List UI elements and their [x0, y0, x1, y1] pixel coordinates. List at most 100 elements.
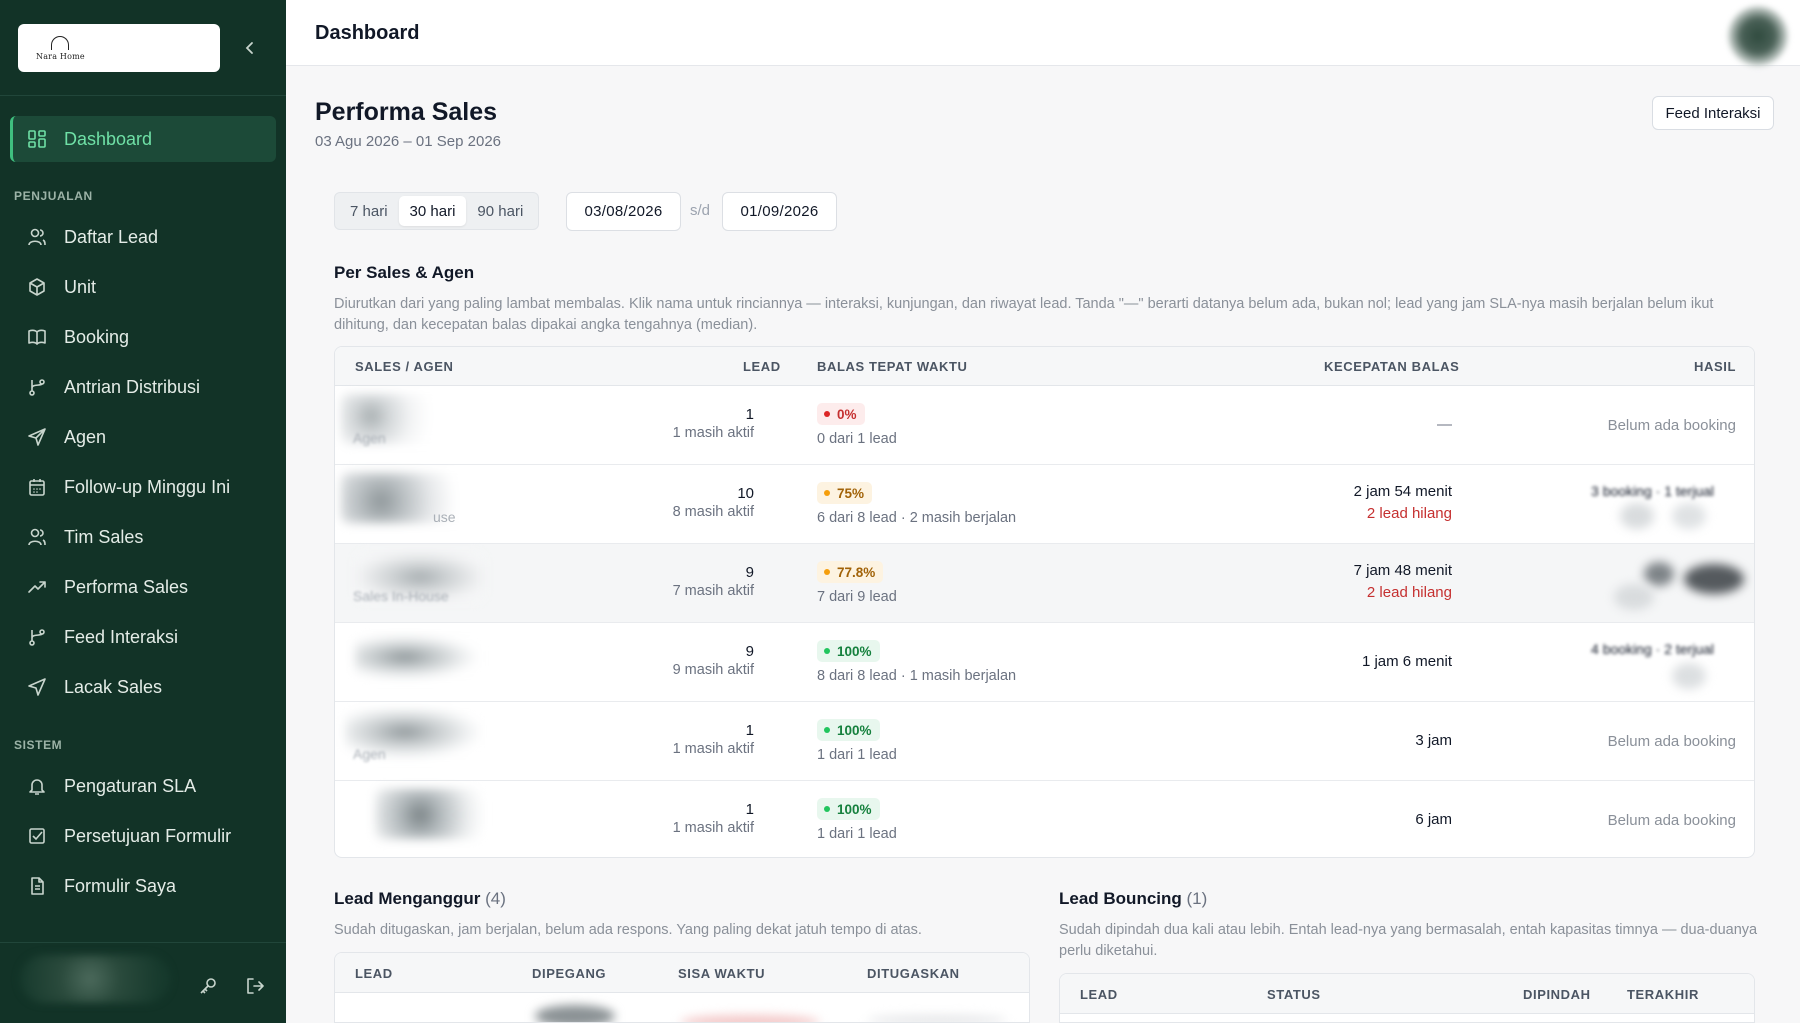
- col-hasil[interactable]: HASIL: [1694, 359, 1736, 374]
- sidebar-item-label: Agen: [64, 426, 107, 447]
- hasil-text: Belum ada booking: [1607, 812, 1736, 829]
- sidebar-item-pengaturan-sla[interactable]: Pengaturan SLA: [10, 763, 276, 809]
- bell-icon: [26, 775, 48, 797]
- header-title: Dashboard: [315, 22, 420, 44]
- sidebar-item-label: Unit: [64, 276, 97, 297]
- brand-logo[interactable]: Nara Home: [18, 24, 220, 72]
- table-row[interactable]: Agen 1 1 masih aktif 100% 1 dari 1 lead …: [335, 702, 1754, 781]
- table-row[interactable]: use 10 8 masih aktif 75% 6 dari 8 lead ·…: [335, 465, 1754, 544]
- sidebar-item-persetujuan-formulir[interactable]: Persetujuan Formulir: [10, 813, 276, 859]
- box-icon: [26, 276, 48, 298]
- sidebar-item-lacak-sales[interactable]: Lacak Sales: [10, 664, 276, 710]
- section-label-sales: PENJUALAN: [14, 189, 93, 203]
- lead-active: 1 masih aktif: [672, 741, 754, 757]
- sidebar-item-tim-sales[interactable]: Tim Sales: [10, 514, 276, 560]
- bouncing-leads-table: LEAD STATUS DIPINDAH TERAKHIR: [1059, 973, 1755, 1023]
- git-branch-icon: [26, 626, 48, 648]
- lead-active: 7 masih aktif: [672, 583, 754, 599]
- range-7-hari[interactable]: 7 hari: [339, 196, 399, 226]
- table-row[interactable]: Agen 1 1 masih aktif 0% 0 dari 1 lead — …: [335, 386, 1754, 465]
- range-30-hari[interactable]: 30 hari: [398, 196, 467, 226]
- sidebar-item-booking[interactable]: Booking: [10, 314, 276, 360]
- hasil-badges: 4 booking · 2 terjual: [1554, 623, 1754, 693]
- check-square-icon: [26, 825, 48, 847]
- sidebar-item-formulir-saya[interactable]: Formulir Saya: [10, 863, 276, 909]
- per-sales-title: Per Sales & Agen: [334, 263, 475, 282]
- users-icon: [26, 526, 48, 548]
- response-speed: 6 jam: [1415, 811, 1452, 828]
- col-sales-agen[interactable]: SALES / AGEN: [355, 359, 453, 374]
- dashboard-icon: [26, 128, 48, 150]
- git-branch-icon: [26, 376, 48, 398]
- sidebar-item-antrian-distribusi[interactable]: Antrian Distribusi: [10, 364, 276, 410]
- sales-name[interactable]: [341, 473, 481, 523]
- sidebar-item-label: Tim Sales: [64, 526, 144, 547]
- sales-role: Agen: [353, 746, 386, 762]
- sidebar-item-feed-interaksi[interactable]: Feed Interaksi: [10, 614, 276, 660]
- lead-count: 1: [745, 722, 754, 739]
- table-row[interactable]: Sales In-House 9 7 masih aktif 77.8% 7 d…: [335, 544, 1754, 623]
- sales-role: Agen: [353, 430, 386, 446]
- sales-name[interactable]: [355, 631, 490, 681]
- sidebar-item-label: Pengaturan SLA: [64, 775, 197, 796]
- col-balas-tepat-waktu[interactable]: BALAS TEPAT WAKTU: [817, 359, 968, 374]
- send-icon: [26, 426, 48, 448]
- lead-count: 9: [745, 643, 754, 660]
- date-range-subtitle: 03 Agu 2026 – 01 Sep 2026: [315, 133, 502, 150]
- sidebar-item-label: Antrian Distribusi: [64, 376, 201, 397]
- logout-icon: [247, 978, 264, 994]
- hasil-text: Belum ada booking: [1607, 417, 1736, 434]
- col-kecepatan-balas[interactable]: KECEPATAN BALAS: [1324, 359, 1459, 374]
- sidebar-item-daftar-lead[interactable]: Daftar Lead: [10, 214, 276, 260]
- sales-role: Sales In-House: [353, 588, 449, 604]
- sidebar-item-label: Formulir Saya: [64, 875, 177, 896]
- navigation-icon: [26, 676, 48, 698]
- bouncing-leads-title: Lead Bouncing (1): [1059, 889, 1208, 908]
- lead-active: 9 masih aktif: [672, 662, 754, 678]
- per-sales-description: Diurutkan dari yang paling lambat membal…: [334, 296, 1714, 333]
- col-lead[interactable]: LEAD: [743, 359, 781, 374]
- idle-leads-table: LEAD DIPEGANG SISA WAKTU DITUGASKAN: [334, 952, 1030, 1023]
- response-speed: —: [1437, 416, 1452, 433]
- lost-leads: 2 lead hilang: [1366, 584, 1452, 601]
- ontime-badge: 77.8%: [817, 561, 884, 583]
- ontime-detail: 7 dari 9 lead: [817, 589, 897, 605]
- sidebar-item-unit[interactable]: Unit: [10, 264, 276, 310]
- collapse-sidebar-button[interactable]: [240, 38, 260, 58]
- bouncing-leads-description: Sudah dipindah dua kali atau lebih. Enta…: [1059, 922, 1758, 959]
- sidebar-item-dashboard[interactable]: Dashboard: [10, 116, 276, 162]
- ontime-badge: 100%: [817, 719, 880, 741]
- key-button[interactable]: [196, 974, 220, 998]
- sales-name[interactable]: [375, 789, 485, 839]
- logout-button[interactable]: [243, 974, 267, 998]
- ontime-detail: 8 dari 8 lead · 1 masih berjalan: [817, 668, 1017, 684]
- trending-up-icon: [26, 576, 48, 598]
- per-sales-table: SALES / AGEN LEAD BALAS TEPAT WAKTU KECE…: [334, 346, 1755, 858]
- hasil-text: Belum ada booking: [1607, 733, 1736, 750]
- key-icon: [200, 978, 216, 994]
- sidebar-item-label: Dashboard: [64, 128, 153, 149]
- ontime-detail: 1 dari 1 lead: [817, 826, 897, 842]
- table-row[interactable]: 9 9 masih aktif 100% 8 dari 8 lead · 1 m…: [335, 623, 1754, 702]
- ontime-badge: 0%: [817, 403, 865, 425]
- bouncing-leads-count: (1): [1186, 889, 1208, 908]
- sidebar-item-follow-up[interactable]: Follow-up Minggu Ini: [10, 464, 276, 510]
- sidebar-item-performa-sales[interactable]: Performa Sales: [10, 564, 276, 610]
- table-row[interactable]: 1 1 masih aktif 100% 1 dari 1 lead 6 jam…: [335, 781, 1754, 857]
- feed-interaksi-button[interactable]: Feed Interaksi: [1652, 96, 1774, 130]
- lead-active: 1 masih aktif: [672, 820, 754, 836]
- lead-count: 1: [745, 801, 754, 818]
- sidebar-item-label: Daftar Lead: [64, 226, 159, 247]
- range-90-hari[interactable]: 90 hari: [466, 196, 534, 226]
- response-speed: 2 jam 54 menit: [1353, 483, 1452, 500]
- response-speed: 1 jam 6 menit: [1361, 653, 1452, 670]
- hasil-badges: 3 booking · 1 terjual: [1554, 465, 1754, 535]
- date-from-input[interactable]: [566, 192, 681, 231]
- date-to-input[interactable]: [722, 192, 837, 231]
- ontime-badge: 75%: [817, 482, 873, 504]
- sidebar-item-agen[interactable]: Agen: [10, 414, 276, 460]
- avatar[interactable]: [1728, 6, 1788, 66]
- ontime-badge: 100%: [817, 798, 880, 820]
- user-profile[interactable]: [20, 955, 170, 1003]
- ontime-detail: 1 dari 1 lead: [817, 747, 897, 763]
